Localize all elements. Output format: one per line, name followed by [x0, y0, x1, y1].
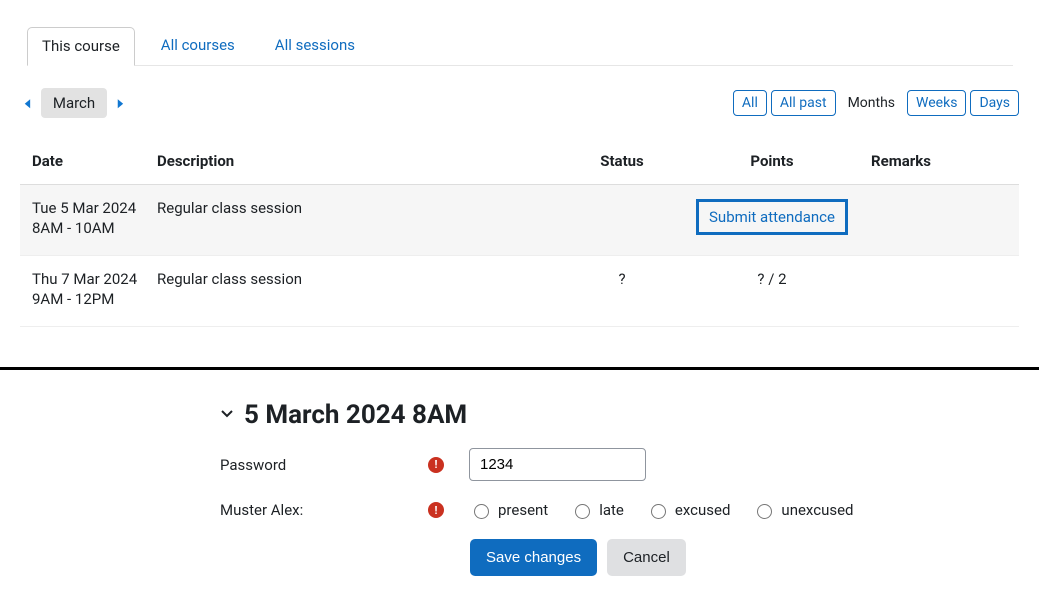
description-cell: Regular class session	[145, 185, 559, 256]
table-row: Thu 7 Mar 2024 9AM - 12PM Regular class …	[20, 256, 1019, 327]
remarks-cell	[859, 256, 1019, 327]
points-cell: ? / 2	[679, 256, 859, 327]
date-line1: Tue 5 Mar 2024	[32, 199, 136, 217]
prev-month-icon[interactable]	[20, 94, 35, 112]
date-line2: 8AM - 10AM	[32, 219, 139, 237]
col-date: Date	[20, 138, 145, 185]
remarks-cell	[859, 185, 1019, 256]
radio-late-label: late	[599, 501, 624, 519]
radio-unexcused[interactable]: unexcused	[752, 501, 853, 519]
col-points: Points	[679, 138, 859, 185]
tabs: This course All courses All sessions	[27, 27, 1013, 66]
radio-present[interactable]: present	[469, 501, 548, 519]
required-icon: !	[425, 502, 447, 518]
radio-excused[interactable]: excused	[646, 501, 731, 519]
required-icon: !	[425, 457, 447, 473]
radio-late-input[interactable]	[575, 504, 590, 519]
filter-months: Months	[840, 91, 903, 115]
filter-all[interactable]: All	[733, 90, 767, 116]
status-cell	[559, 185, 679, 256]
next-month-icon[interactable]	[113, 94, 128, 112]
attendance-table: Date Description Status Points Remarks T…	[20, 138, 1019, 327]
radio-unexcused-input[interactable]	[757, 504, 772, 519]
month-navigator: March	[20, 88, 128, 118]
tab-all-sessions[interactable]: All sessions	[261, 27, 369, 65]
chevron-down-icon[interactable]	[220, 406, 234, 424]
radio-excused-label: excused	[675, 501, 731, 519]
tab-this-course[interactable]: This course	[27, 27, 135, 66]
radio-unexcused-label: unexcused	[781, 501, 853, 519]
col-remarks: Remarks	[859, 138, 1019, 185]
status-cell: ?	[559, 256, 679, 327]
date-line1: Thu 7 Mar 2024	[32, 270, 137, 288]
user-label: Muster Alex:	[220, 501, 425, 519]
tab-all-courses[interactable]: All courses	[147, 27, 249, 65]
radio-present-input[interactable]	[474, 504, 489, 519]
col-status: Status	[559, 138, 679, 185]
submit-attendance-button[interactable]: Submit attendance	[696, 199, 848, 235]
radio-excused-input[interactable]	[651, 504, 666, 519]
col-description: Description	[145, 138, 559, 185]
attendance-form: 5 March 2024 8AM Password ! Muster Alex:…	[220, 400, 1039, 576]
radio-present-label: present	[498, 501, 548, 519]
filter-all-past[interactable]: All past	[771, 90, 836, 116]
table-row: Tue 5 Mar 2024 8AM - 10AM Regular class …	[20, 185, 1019, 256]
save-button[interactable]: Save changes	[470, 539, 597, 576]
current-month[interactable]: March	[41, 88, 107, 118]
filter-days[interactable]: Days	[970, 90, 1019, 116]
radio-late[interactable]: late	[570, 501, 624, 519]
password-input[interactable]	[469, 448, 646, 481]
date-line2: 9AM - 12PM	[32, 290, 139, 308]
form-title: 5 March 2024 8AM	[244, 400, 467, 430]
filter-weeks[interactable]: Weeks	[907, 90, 966, 116]
cancel-button[interactable]: Cancel	[607, 539, 686, 576]
password-label: Password	[220, 456, 425, 474]
section-divider	[0, 367, 1039, 370]
description-cell: Regular class session	[145, 256, 559, 327]
range-filters: All All past Months Weeks Days	[733, 90, 1019, 116]
